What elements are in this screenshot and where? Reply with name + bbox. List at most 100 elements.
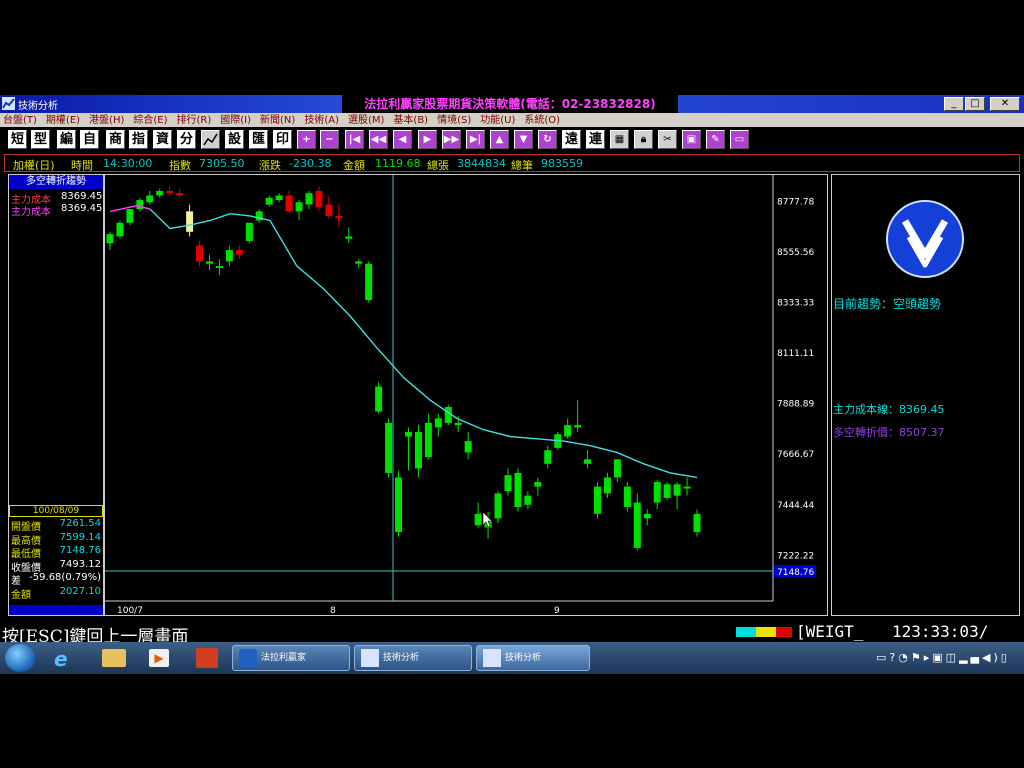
plus-icon[interactable]: + (297, 130, 316, 149)
signal-icon[interactable]: ▂▄ (959, 651, 982, 664)
menu-item-options[interactable]: 期權(E) (43, 114, 83, 128)
candle (693, 509, 701, 537)
toolbar-button-short[interactable]: 短 (8, 130, 27, 149)
keyboard-icon[interactable]: ▭ (876, 651, 889, 664)
fast-forward-icon[interactable]: ▶▶ (442, 130, 461, 149)
stats-value: -59.68(0.79%) (29, 572, 101, 583)
toolbar-button-minute[interactable]: 分 (177, 130, 196, 149)
stats-date: 100/08/09 (9, 505, 103, 517)
window-icon[interactable]: ▣ (682, 130, 701, 149)
taskbar-item-ferrari[interactable]: 法拉利贏家 (232, 645, 350, 671)
candlestick-chart-area[interactable]: 8777.78 8555.56 8333.33 8111.11 7888.89 7666.… (104, 174, 828, 616)
window-titlebar: 技術分析 法拉利贏家股票期貨決策軟體(電話：02-23832828) _ □ ✕ (0, 95, 1024, 113)
candle (375, 381, 383, 414)
menu-item-fundamental[interactable]: 基本(B) (390, 114, 431, 128)
arrow-icon[interactable]: ▸ (924, 651, 933, 664)
candle (166, 186, 174, 196)
window-title: 技術分析 (18, 101, 58, 112)
taskbar-item-technical-1[interactable]: 技術分析 (354, 645, 472, 671)
pencil-icon[interactable]: ✎ (706, 130, 725, 149)
media-player-icon[interactable]: ▶ (149, 649, 169, 667)
menu-item-system[interactable]: 系統(O) (521, 114, 563, 128)
back-icon[interactable]: ◀ (393, 130, 412, 149)
menu-item-function[interactable]: 功能(U) (477, 114, 518, 128)
first-icon[interactable]: |◀ (345, 130, 364, 149)
candle (285, 190, 293, 214)
menu-item-composite[interactable]: 綜合(E) (130, 114, 170, 128)
panel-icon[interactable]: ▭ (730, 130, 749, 149)
trades-label: 總筆 (511, 159, 533, 172)
stats-value: 7599.14 (59, 531, 101, 543)
candle (146, 190, 154, 205)
stats-row: 最低價 7148.76 (9, 545, 103, 560)
app-launcher-icon[interactable] (196, 648, 218, 668)
candle (186, 204, 194, 237)
toolbar-button-far[interactable]: 遠 (562, 130, 581, 149)
grid-icon[interactable]: ▦ (610, 130, 629, 149)
cost-label-2: 主力成本 (11, 207, 51, 218)
down-icon[interactable]: ▼ (514, 130, 533, 149)
volume-icon[interactable]: ◀) (982, 651, 1001, 664)
toolbar-button-product[interactable]: 商 (106, 130, 125, 149)
toolbar-button-self[interactable]: 自 (80, 130, 99, 149)
close-icon[interactable]: ✕ (990, 97, 1020, 111)
taskbar-item-label: 技術分析 (505, 653, 542, 663)
ferrari-app-icon (239, 649, 257, 667)
toolbar-button-export[interactable]: 匯 (249, 130, 268, 149)
power-icon[interactable]: ▯ (1001, 651, 1010, 664)
status-color-red (776, 627, 792, 637)
start-orb-icon[interactable] (5, 644, 35, 672)
flag-icon[interactable]: ⚑ (911, 651, 924, 664)
last-icon[interactable]: ▶| (466, 130, 485, 149)
trend-panel-title[interactable]: 多空轉折趨勢 (9, 175, 103, 189)
toolbar-button-settings[interactable]: 設 (225, 130, 244, 149)
left-scrollbar[interactable] (9, 605, 103, 615)
candle (156, 188, 164, 198)
menu-item-international[interactable]: 國際(I) (217, 114, 254, 128)
ime-icon[interactable]: ▣ (932, 651, 945, 664)
menu-item-news[interactable]: 新聞(N) (257, 114, 298, 128)
candle (325, 195, 333, 219)
toolbar-button-data[interactable]: 資 (153, 130, 172, 149)
refresh-icon[interactable]: ↻ (538, 130, 557, 149)
candlestick-chart[interactable]: 8777.78 8555.56 8333.33 8111.11 7888.89 7666.… (105, 175, 827, 616)
toolbar-button-link[interactable]: 連 (586, 130, 605, 149)
menu-item-stock-picking[interactable]: 選股(M) (345, 114, 387, 128)
up-icon[interactable]: ▲ (490, 130, 509, 149)
forward-icon[interactable]: ▶ (418, 130, 437, 149)
toolbar-button-indicator[interactable]: 指 (129, 130, 148, 149)
candle (474, 502, 482, 528)
menu-item-hk[interactable]: 港盤(H) (86, 114, 127, 128)
taskbar-item-technical-2[interactable]: 技術分析 (476, 645, 590, 671)
folder-icon[interactable] (102, 649, 126, 667)
product-banner: 法拉利贏家股票期貨決策軟體(電話：02-23832828) (342, 95, 678, 113)
sheets-value: 3844834 (457, 157, 506, 170)
language-icon[interactable]: ◔ (898, 651, 911, 664)
minus-icon[interactable]: − (320, 130, 339, 149)
candle (663, 482, 671, 501)
candle (603, 472, 611, 498)
menu-item-scenario[interactable]: 情境(S) (434, 114, 474, 128)
network-icon[interactable]: ◫ (946, 651, 959, 664)
toolbar-button-edit[interactable]: 編 (57, 130, 76, 149)
toolbar-button-print[interactable]: 印 (273, 130, 292, 149)
menu-item-taipan[interactable]: 台盤(T) (0, 114, 40, 128)
maximize-icon[interactable]: □ (965, 97, 985, 111)
candle (265, 195, 273, 207)
menu-item-technical[interactable]: 技術(A) (301, 114, 342, 128)
menu-item-ranking[interactable]: 排行(R) (174, 114, 215, 128)
ie-icon[interactable]: e (54, 647, 78, 671)
price-tick-label: 7888.89 (777, 400, 814, 410)
help-icon[interactable]: ? (889, 651, 898, 664)
candle (235, 245, 243, 260)
fast-back-icon[interactable]: ◀◀ (369, 130, 388, 149)
time-label: 時間 (71, 159, 93, 172)
lock-icon[interactable]: 🔒︎ (634, 130, 653, 149)
candle (196, 240, 204, 266)
minimize-icon[interactable]: _ (944, 97, 964, 111)
candle (564, 418, 572, 439)
scissors-icon[interactable]: ✂ (658, 130, 677, 149)
chart-app-icon (2, 97, 15, 110)
chart-icon[interactable] (201, 130, 220, 149)
toolbar-button-pattern[interactable]: 型 (31, 130, 50, 149)
